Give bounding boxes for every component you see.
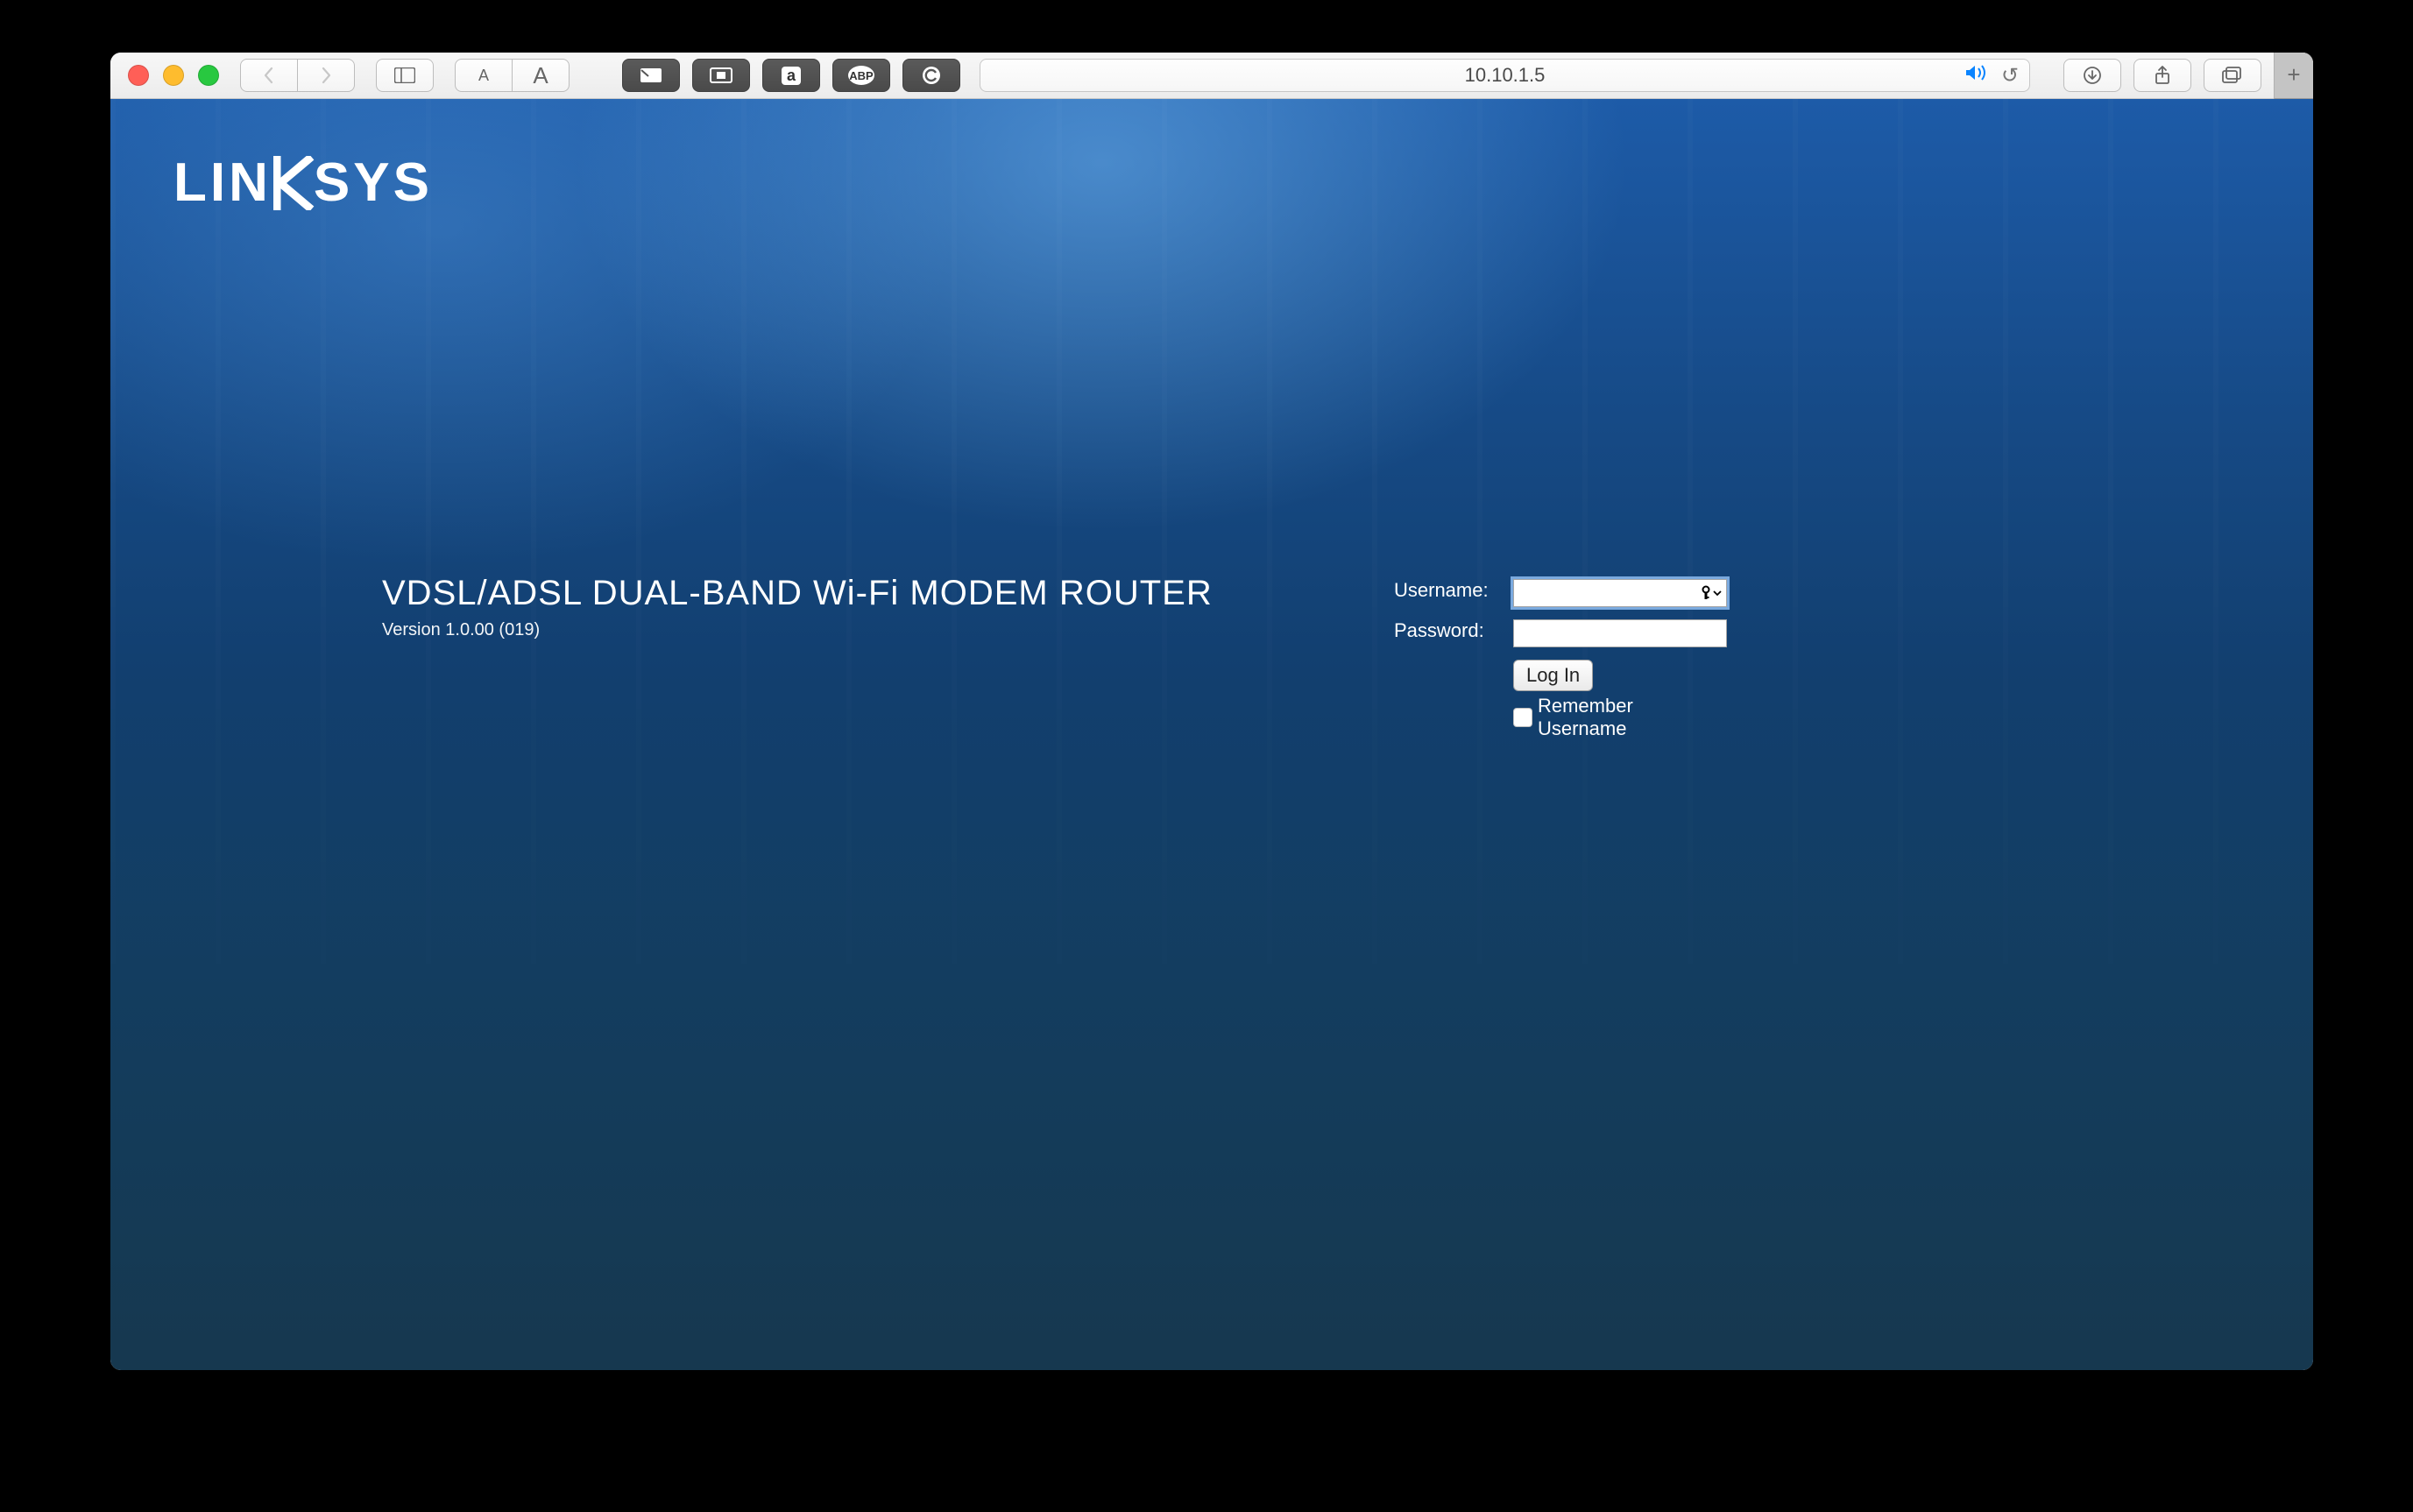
browser-window: A A a [110,53,2313,1370]
remember-username-label: Remember Username [1538,695,1727,740]
pip-button[interactable] [692,59,750,92]
login-button[interactable]: Log In [1513,660,1593,691]
text-size-smaller-button[interactable]: A [455,59,513,92]
audio-indicator-icon[interactable] [1964,63,1989,88]
username-label: Username: [1394,579,1506,607]
product-title: VDSL/ADSL DUAL-BAND Wi-Fi MODEM ROUTER [382,574,1213,613]
text-size-larger-button[interactable]: A [513,59,570,92]
sidebar-toggle-button[interactable] [376,59,434,92]
share-icon [2154,65,2171,86]
product-heading: VDSL/ADSL DUAL-BAND Wi-Fi MODEM ROUTER V… [382,574,1213,640]
share-button[interactable] [2133,59,2191,92]
login-button-label: Log In [1526,664,1580,687]
picture-in-page-button[interactable] [622,59,680,92]
password-input[interactable] [1513,619,1727,647]
tabs-icon [2222,67,2243,84]
address-bar[interactable]: 10.10.1.5 ↻ [980,59,2030,92]
abp-ext-icon: ABP [848,66,874,85]
download-icon [2083,66,2102,85]
remember-username-checkbox[interactable] [1513,708,1532,727]
letter-large-icon: A [533,62,548,89]
router-login-page: LIN SYS LINKSYS VDSL/ADSL DUAL-BAND Wi-F… [110,99,2313,1370]
window-traffic-lights [128,65,219,86]
forward-button[interactable] [298,59,355,92]
downloads-button[interactable] [2063,59,2121,92]
sidebar-icon [394,67,415,83]
letter-small-icon: A [478,67,489,85]
product-version: Version 1.0.00 (019) [382,620,1213,640]
brand-k-icon [273,156,315,210]
window-rect-icon [640,67,662,83]
chevron-right-icon [319,67,333,84]
brand-logo: LIN SYS LINKSYS [173,152,433,214]
swirl-icon [922,66,941,85]
reload-button[interactable]: ↻ [2001,63,2019,88]
abp-ext-button[interactable]: ABP [832,59,890,92]
close-window-button[interactable] [128,65,149,86]
back-button[interactable] [240,59,298,92]
show-tabs-button[interactable] [2204,59,2261,92]
password-label: Password: [1394,619,1506,647]
browser-toolbar: A A a [110,53,2313,99]
zoom-window-button[interactable] [198,65,219,86]
password-key-icon[interactable] [1700,585,1722,601]
address-bar-text: 10.10.1.5 [1465,64,1546,87]
grammarly-ext-button[interactable] [902,59,960,92]
amazon-ext-button[interactable]: a [762,59,820,92]
chevron-left-icon [262,67,276,84]
username-input[interactable] [1513,579,1727,607]
amazon-ext-icon: a [782,67,801,85]
pip-icon [710,67,732,83]
new-tab-button[interactable]: + [2274,53,2313,99]
plus-icon: + [2287,61,2300,88]
minimize-window-button[interactable] [163,65,184,86]
